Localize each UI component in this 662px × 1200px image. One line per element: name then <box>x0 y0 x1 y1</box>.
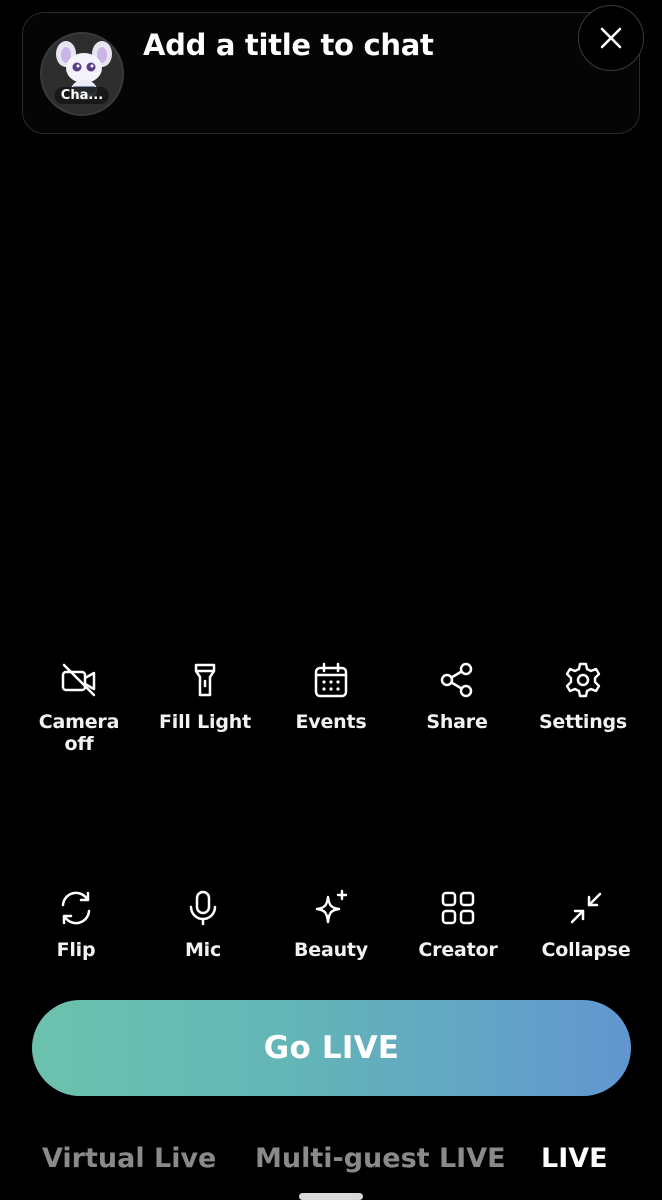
tools-row-1: Camera off Fill Light Events Share Setti… <box>0 660 662 760</box>
collapse-button[interactable]: Collapse <box>526 888 646 961</box>
settings-label: Settings <box>538 711 628 733</box>
chat-title-input[interactable]: Add a title to chat <box>143 28 434 62</box>
camera-off-label: Camera off <box>38 711 120 755</box>
tab-virtual-live[interactable]: Virtual Live <box>42 1143 216 1174</box>
fill-light-label: Fill Light <box>159 711 251 733</box>
collapse-label: Collapse <box>541 939 631 961</box>
flip-camera-icon <box>56 888 96 928</box>
microphone-icon <box>183 888 223 928</box>
tab-multi-guest-live[interactable]: Multi-guest LIVE <box>255 1143 506 1174</box>
share-button[interactable]: Share <box>397 660 517 733</box>
beauty-label: Beauty <box>294 939 368 961</box>
tab-live[interactable]: LIVE <box>541 1143 608 1174</box>
settings-button[interactable]: Settings <box>523 660 643 733</box>
flip-button[interactable]: Flip <box>16 888 136 961</box>
go-live-button[interactable]: Go LIVE <box>32 1000 631 1096</box>
tools-row-2: Flip Mic Beauty Creator Collapse <box>0 888 662 988</box>
beauty-button[interactable]: Beauty <box>271 888 391 961</box>
camera-off-icon <box>59 660 99 700</box>
gear-icon <box>563 660 603 700</box>
events-button[interactable]: Events <box>271 660 391 733</box>
flashlight-icon <box>185 660 225 700</box>
camera-off-button[interactable]: Camera off <box>19 660 139 755</box>
grid-icon <box>438 888 478 928</box>
home-indicator[interactable] <box>299 1193 363 1200</box>
avatar-label: Cha... <box>54 87 110 104</box>
close-icon <box>600 27 622 49</box>
collapse-icon <box>566 888 606 928</box>
share-label: Share <box>426 711 488 733</box>
calendar-icon <box>311 660 351 700</box>
mic-label: Mic <box>184 939 222 961</box>
mic-button[interactable]: Mic <box>143 888 263 961</box>
mode-tabs: Virtual Live Multi-guest LIVE LIVE <box>0 1143 662 1183</box>
events-label: Events <box>295 711 367 733</box>
go-live-label: Go LIVE <box>263 1030 400 1066</box>
creator-label: Creator <box>418 939 498 961</box>
avatar[interactable]: Cha... <box>40 32 124 116</box>
flip-label: Flip <box>56 939 96 961</box>
close-button[interactable] <box>578 5 644 71</box>
creator-button[interactable]: Creator <box>398 888 518 961</box>
fill-light-button[interactable]: Fill Light <box>145 660 265 733</box>
sparkle-icon <box>311 888 351 928</box>
share-icon <box>437 660 477 700</box>
